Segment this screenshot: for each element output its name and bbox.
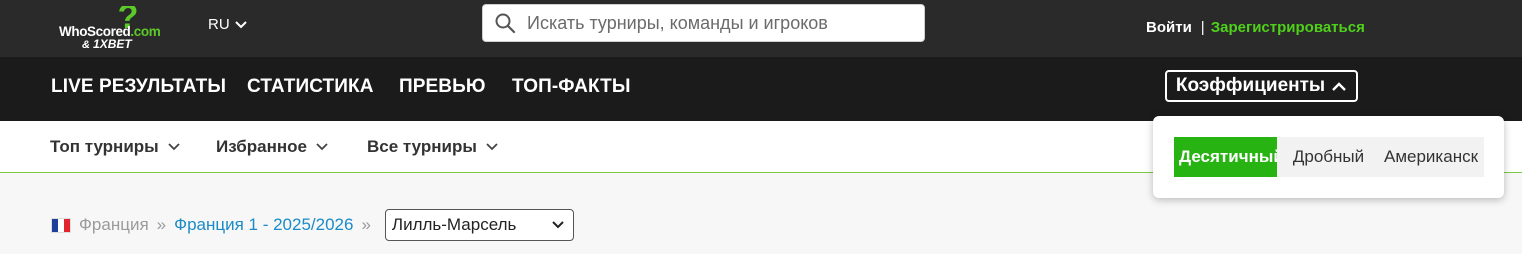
nav-item-top-facts[interactable]: ТОП-ФАКТЫ: [512, 76, 631, 98]
whoscored-logo[interactable]: ? WhoScored.com & 1XBET: [58, 6, 174, 52]
nav-item-statistics[interactable]: СТАТИСТИКА: [247, 76, 374, 98]
search-box[interactable]: [482, 4, 925, 42]
subnav-top-tournaments[interactable]: Топ турниры: [50, 137, 181, 157]
odds-format-options: Десятичный Дробный Американск: [1174, 137, 1484, 177]
odds-option-american[interactable]: Американск: [1380, 137, 1478, 177]
chevron-down-icon: [486, 143, 498, 151]
auth-links: Войти | Зарегистрироваться: [1146, 19, 1365, 36]
match-select-value: Лилль-Марсель: [391, 215, 517, 234]
register-link[interactable]: Зарегистрироваться: [1211, 19, 1365, 36]
odds-option-decimal[interactable]: Десятичный: [1174, 137, 1277, 177]
odds-format-button[interactable]: Коэффициенты: [1165, 70, 1358, 102]
search-icon: [495, 13, 516, 34]
login-link[interactable]: Войти: [1146, 19, 1192, 36]
main-nav: LIVE РЕЗУЛЬТАТЫ СТАТИСТИКА ПРЕВЬЮ ТОП-ФА…: [0, 57, 1522, 121]
breadcrumb-separator: »: [156, 215, 167, 234]
chevron-down-icon: [552, 221, 564, 229]
france-flag-icon: [52, 218, 70, 232]
language-label: RU: [208, 16, 230, 33]
match-select[interactable]: Лилль-Марсель: [384, 209, 574, 241]
breadcrumb-league[interactable]: Франция 1 - 2025/2026: [174, 215, 353, 235]
svg-text:& 1XBET: & 1XBET: [82, 37, 133, 51]
odds-format-dropdown: Десятичный Дробный Американск: [1153, 116, 1504, 198]
breadcrumb-separator: »: [361, 215, 371, 234]
chevron-down-icon: [168, 143, 180, 151]
odds-option-fractional[interactable]: Дробный: [1277, 137, 1380, 177]
auth-separator: |: [1200, 19, 1205, 36]
subnav-label: Избранное: [216, 137, 307, 156]
odds-button-label: Коэффициенты: [1175, 75, 1326, 96]
subnav-label: Топ турниры: [50, 137, 159, 156]
chevron-up-icon: [1332, 81, 1347, 91]
breadcrumb: Франция » Франция 1 - 2025/2026 » Лилль-…: [52, 209, 574, 241]
search-input[interactable]: [525, 11, 899, 35]
breadcrumb-country[interactable]: Франция: [79, 215, 149, 235]
top-bar: ? WhoScored.com & 1XBET RU Войти | Зарег…: [0, 0, 1522, 57]
chevron-down-icon: [316, 143, 328, 151]
chevron-down-icon: [234, 20, 247, 28]
subnav-all-tournaments[interactable]: Все турниры: [367, 137, 499, 157]
nav-item-previews[interactable]: ПРЕВЬЮ: [399, 76, 486, 98]
nav-item-live-results[interactable]: LIVE РЕЗУЛЬТАТЫ: [51, 76, 226, 98]
subnav-favourites[interactable]: Избранное: [216, 137, 329, 157]
language-selector[interactable]: RU: [208, 16, 248, 33]
subnav-label: Все турниры: [367, 137, 477, 156]
